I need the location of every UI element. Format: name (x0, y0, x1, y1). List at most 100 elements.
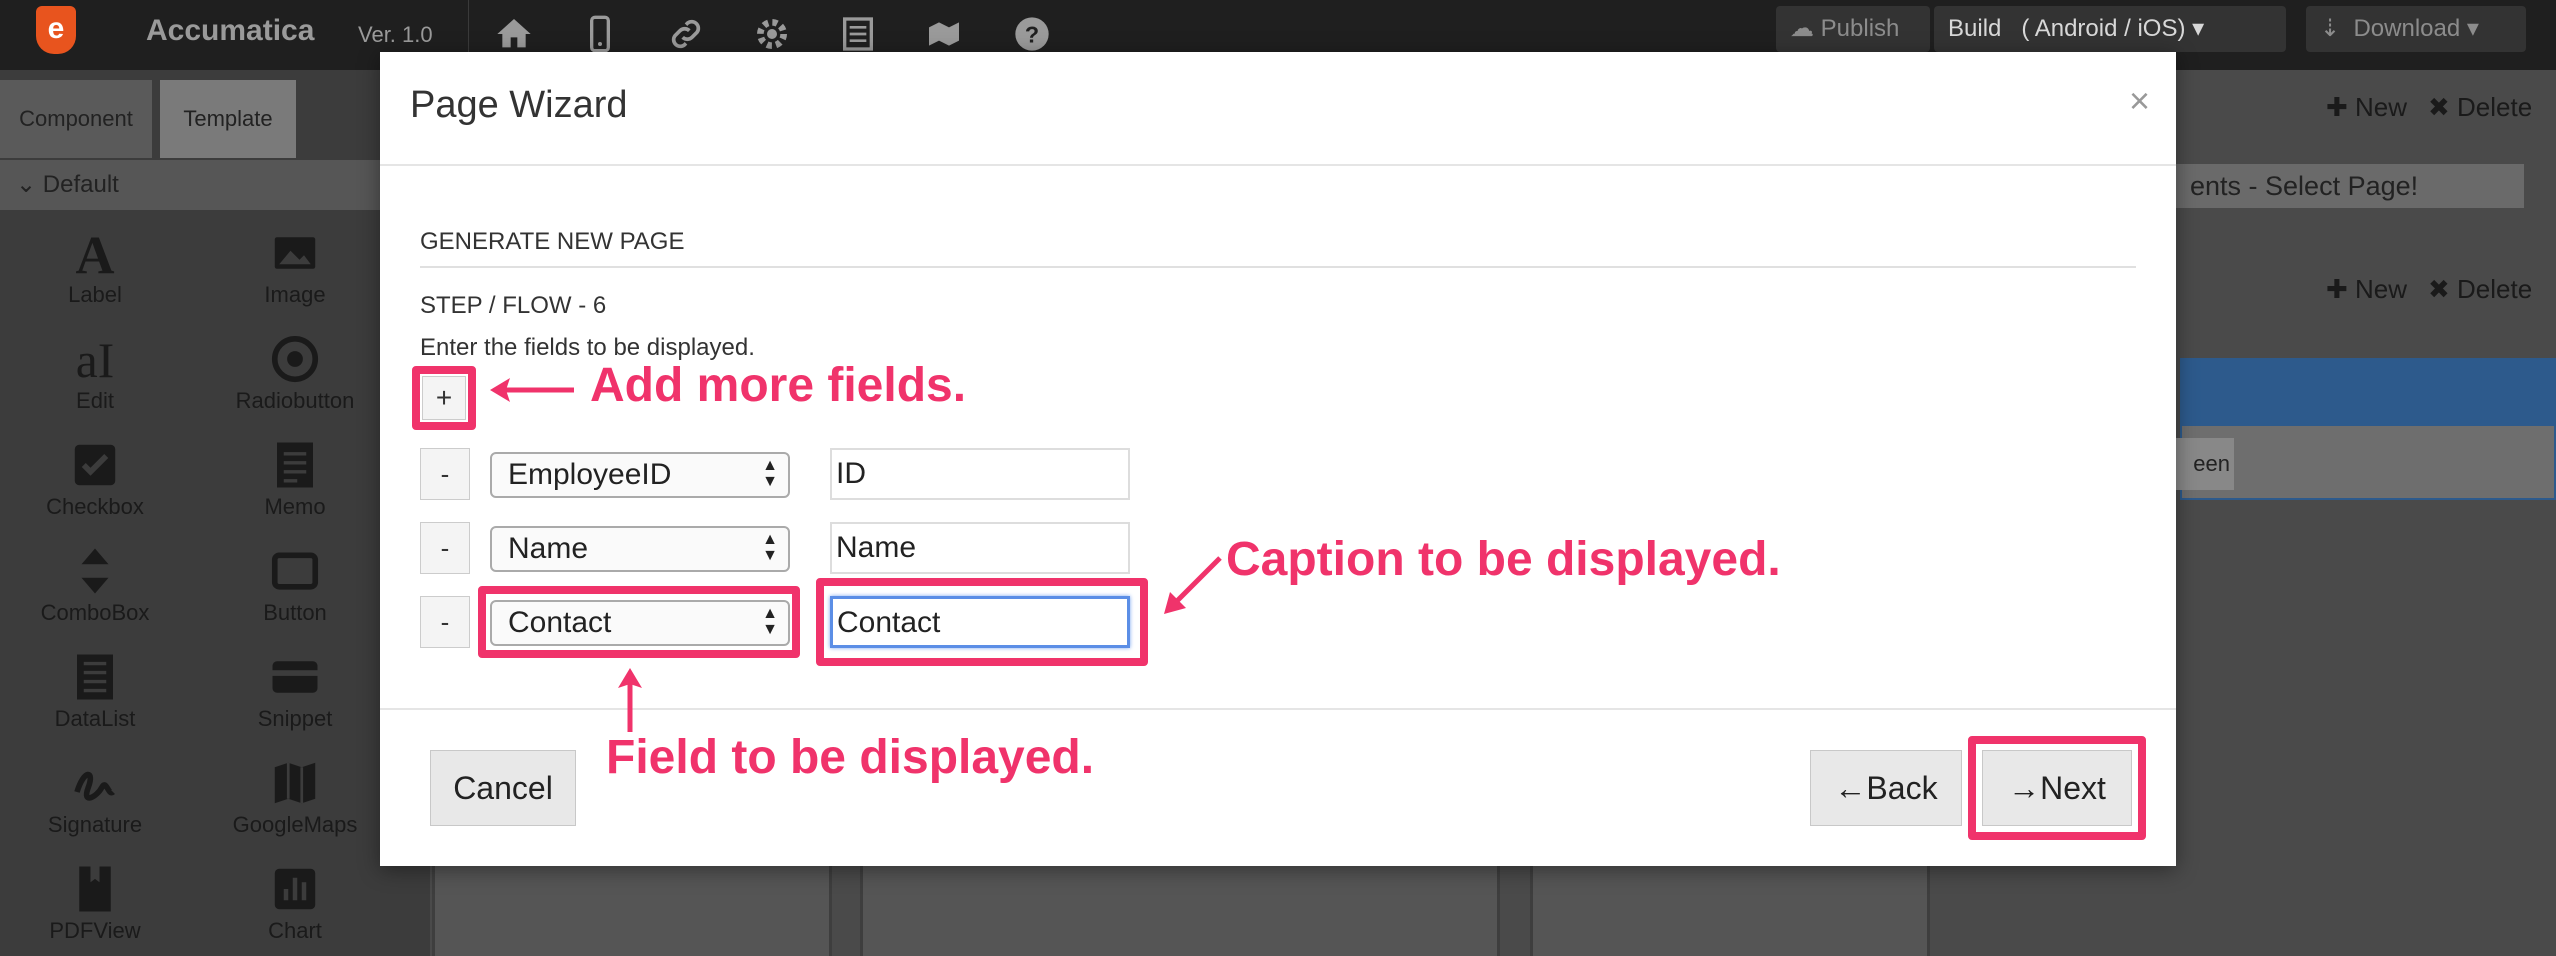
component-googlemaps[interactable]: GoogleMaps (200, 748, 390, 848)
map-icon[interactable] (924, 14, 964, 54)
mobile-icon[interactable] (580, 14, 620, 54)
add-field-button[interactable]: + (422, 376, 466, 420)
component-edit[interactable]: aI Edit (0, 324, 190, 424)
help-icon[interactable]: ? (1012, 14, 1052, 54)
field-select[interactable]: EmployeeID ▲ ▼ (490, 452, 790, 498)
app-name: Accumatica (146, 14, 315, 47)
cancel-button[interactable]: Cancel (430, 750, 576, 826)
component-snippet[interactable]: Snippet (200, 642, 390, 742)
annotation-add-more: Add more fields. (590, 359, 967, 412)
delete-label: Delete (2457, 274, 2533, 304)
component-pdfview[interactable]: PDFView (0, 854, 190, 954)
datalist-icon (68, 650, 122, 704)
app-logo: e (36, 6, 76, 54)
selected-row[interactable] (2180, 358, 2556, 424)
caption-input[interactable]: ID (830, 448, 1130, 500)
remove-field-button[interactable]: - (420, 596, 470, 648)
snippet-icon (268, 650, 322, 704)
component-name: Button (263, 600, 327, 625)
delete-button[interactable]: ✖ Delete (2428, 92, 2532, 123)
group-default[interactable]: ⌄ Default (0, 160, 430, 210)
component-name: Checkbox (46, 494, 144, 519)
component-image[interactable]: Image (200, 218, 390, 318)
signature-icon (68, 756, 122, 810)
remove-field-button[interactable]: - (420, 448, 470, 500)
close-icon[interactable]: × (2129, 80, 2150, 122)
gear-icon[interactable] (752, 14, 792, 54)
back-button[interactable]: ←Back (1810, 750, 1962, 826)
tab-component[interactable]: Component (0, 80, 152, 158)
component-name: PDFView (49, 918, 141, 943)
component-name: Edit (76, 388, 114, 413)
tab-template[interactable]: Template (160, 80, 296, 158)
pdf-icon (68, 862, 122, 916)
column-panel (1530, 860, 1930, 956)
annotation-arrow (1164, 556, 1222, 614)
component-combobox[interactable]: ComboBox (0, 536, 190, 636)
column-panel (432, 860, 832, 956)
svg-text:?: ? (1025, 21, 1039, 47)
annotation-arrow (618, 668, 642, 732)
build-button[interactable]: Build ( Android / iOS) ▾ (1934, 6, 2286, 52)
component-name: Radiobutton (235, 388, 355, 413)
page-select[interactable]: ents - Select Page! (2176, 164, 2524, 208)
divider (420, 266, 2136, 268)
caption-input[interactable]: Name (830, 522, 1130, 574)
component-button[interactable]: Button (200, 536, 390, 636)
annotation-arrow (490, 378, 574, 402)
screen-panel (2180, 424, 2556, 500)
new-button[interactable]: ✚ New (2326, 92, 2407, 123)
link-icon[interactable] (666, 14, 706, 54)
delete-label: Delete (2457, 92, 2533, 122)
list-icon[interactable] (838, 14, 878, 54)
component-signature[interactable]: Signature (0, 748, 190, 848)
field-select-value: Contact (508, 606, 612, 639)
component-checkbox[interactable]: Checkbox (0, 430, 190, 530)
component-name: Label (68, 282, 122, 307)
screen-button[interactable]: een (2170, 438, 2234, 490)
component-datalist[interactable]: DataList (0, 642, 190, 742)
page-wizard-dialog: Page Wizard × GENERATE NEW PAGE STEP / F… (380, 52, 2176, 866)
download-button[interactable]: ⇣ Download ▾ (2306, 6, 2526, 52)
field-select[interactable]: Name ▲ ▼ (490, 526, 790, 572)
checkbox-icon (68, 438, 122, 492)
new-label: New (2355, 274, 2408, 304)
column-panel (860, 860, 1500, 956)
publish-button[interactable]: ☁ Publish (1776, 6, 1930, 52)
group-label: Default (42, 171, 119, 198)
new-button[interactable]: ✚ New (2326, 274, 2407, 305)
radiobutton-icon (268, 332, 322, 386)
component-memo[interactable]: Memo (200, 430, 390, 530)
component-name: Signature (47, 812, 143, 837)
field-select-value: EmployeeID (508, 458, 672, 491)
component-name: DataList (54, 706, 136, 731)
field-select-value: Name (508, 532, 589, 565)
component-radiobutton[interactable]: Radiobutton (200, 324, 390, 424)
home-icon[interactable] (494, 14, 534, 54)
back-label: Back (1866, 770, 1938, 806)
select-arrows-icon: ▲ ▼ (762, 531, 778, 564)
memo-icon (268, 438, 322, 492)
step-label: STEP / FLOW - 6 (420, 292, 607, 319)
component-name: Chart (268, 918, 322, 943)
remove-field-button[interactable]: - (420, 522, 470, 574)
component-panel: Component Template ⌄ Default A Label Ima… (0, 70, 430, 956)
next-button[interactable]: →Next (1982, 750, 2132, 826)
edit-icon: aI (68, 332, 122, 388)
field-select[interactable]: Contact ▲ ▼ (490, 600, 790, 646)
caption-input[interactable]: Contact (830, 596, 1130, 648)
select-arrows-icon: ▲ ▼ (762, 457, 778, 490)
panel-tabs: Component Template (0, 70, 430, 160)
component-name: ComboBox (40, 600, 150, 625)
app-version: Ver. 1.0 (358, 22, 433, 47)
publish-label: Publish (1820, 15, 1900, 42)
component-chart[interactable]: Chart (200, 854, 390, 954)
build-label: Build (1948, 15, 2002, 42)
build-targets: ( Android / iOS) (2021, 15, 2186, 42)
image-icon (268, 226, 322, 280)
delete-button[interactable]: ✖ Delete (2428, 274, 2532, 305)
component-label[interactable]: A Label (0, 218, 190, 318)
component-name: Memo (264, 494, 326, 519)
download-label: Download (2353, 15, 2461, 42)
button-icon (268, 544, 322, 598)
